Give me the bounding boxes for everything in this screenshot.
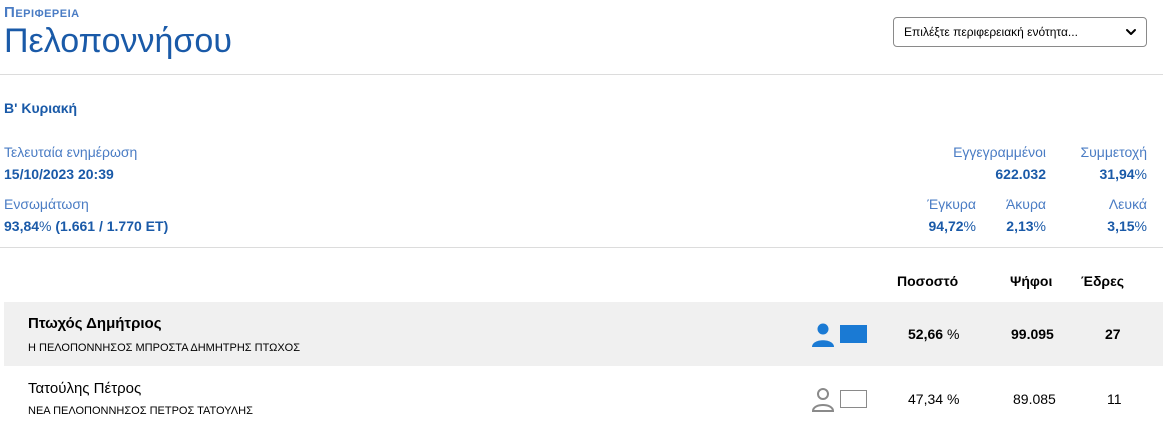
stats-divider	[0, 247, 1163, 248]
candidate-name: Πτωχός Δημήτριος	[28, 315, 162, 332]
integration-value: 93,84% (1.661 / 1.770 ΕΤ)	[4, 218, 169, 234]
blank-label: Λευκά	[1108, 196, 1147, 212]
valid-label: Έγκυρα	[927, 196, 976, 212]
person-outline-icon	[811, 388, 835, 412]
chevron-down-icon	[1126, 29, 1136, 35]
invalid-label: Άκυρα	[1005, 196, 1046, 212]
invalid-value: 2,13%	[1006, 218, 1046, 234]
column-header-percentage: Ποσοστό	[897, 273, 959, 289]
candidate-votes: 99.095	[1011, 326, 1054, 342]
registered-value: 622.032	[995, 166, 1046, 182]
candidate-votes: 89.085	[1013, 391, 1056, 407]
registered-label: Εγγεγραμμένοι	[953, 144, 1046, 160]
column-header-votes: Ψήφοι	[1010, 273, 1053, 289]
candidate-row[interactable]: Πτωχός Δημήτριος Η ΠΕΛΟΠΟΝΝΗΣΟΣ ΜΠΡΟΣΤΑ …	[4, 302, 1163, 366]
candidate-name: Τατούλης Πέτρος	[28, 380, 142, 397]
integration-label: Ενσωμάτωση	[4, 196, 89, 212]
candidate-party: ΝΕΑ ΠΕΛΟΠΟΝΝΗΣΟΣ ΠΕΤΡΟΣ ΤΑΤΟΥΛΗΣ	[28, 405, 253, 417]
candidate-seats: 11	[1107, 391, 1122, 407]
last-update-value: 15/10/2023 20:39	[4, 166, 114, 182]
seat-color-box	[840, 325, 867, 343]
header-divider	[0, 74, 1163, 75]
regional-unit-select-placeholder: Επιλέξτε περιφερειακή ενότητα...	[904, 25, 1078, 39]
regional-unit-select[interactable]: Επιλέξτε περιφερειακή ενότητα...	[893, 17, 1147, 47]
blank-value: 3,15%	[1107, 218, 1147, 234]
turnout-label: Συμμετοχή	[1080, 144, 1147, 160]
last-update-label: Τελευταία ενημέρωση	[4, 144, 138, 160]
person-icon	[812, 323, 834, 347]
valid-value: 94,72%	[928, 218, 977, 234]
page-title: Πελοποννήσου	[4, 22, 232, 60]
column-header-seats: Έδρες	[1081, 273, 1125, 289]
candidate-seats: 27	[1105, 326, 1121, 342]
region-label: Περιφερεια	[4, 4, 80, 21]
seat-color-box	[840, 390, 867, 408]
candidate-row[interactable]: Τατούλης Πέτρος ΝΕΑ ΠΕΛΟΠΟΝΝΗΣΟΣ ΠΕΤΡΟΣ …	[4, 367, 1163, 431]
candidate-percentage: 52,66 %	[908, 326, 960, 342]
candidate-percentage: 47,34 %	[908, 391, 960, 407]
turnout-value: 31,94%	[1099, 166, 1148, 182]
round-label: Β' Κυριακή	[4, 100, 78, 116]
candidate-party: Η ΠΕΛΟΠΟΝΝΗΣΟΣ ΜΠΡΟΣΤΑ ΔΗΜΗΤΡΗΣ ΠΤΩΧΟΣ	[28, 342, 301, 354]
